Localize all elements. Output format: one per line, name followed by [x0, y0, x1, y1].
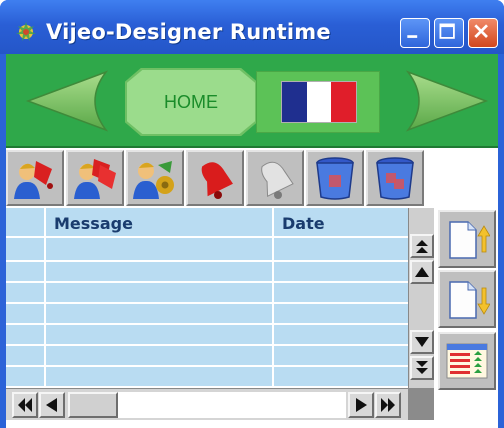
arrow-right-icon[interactable] [404, 68, 490, 134]
close-button[interactable] [468, 18, 498, 48]
scroll-up-icon [415, 267, 429, 277]
scroll-top-button[interactable] [410, 234, 434, 258]
alarm-settings-button[interactable] [126, 150, 184, 206]
red-bell-button[interactable] [186, 150, 244, 206]
client-area: HOME Message Date [6, 54, 498, 428]
scroll-left-button[interactable] [39, 392, 65, 418]
sort-ascending-button[interactable] [438, 210, 496, 268]
horizontal-scrollbar[interactable] [6, 388, 408, 420]
runtime-window: Vijeo-Designer Runtime HOME Message Date [0, 0, 504, 428]
sort-descending-page-icon [449, 281, 490, 319]
maximize-icon [439, 23, 455, 39]
trash-bin-all-icon [376, 157, 414, 200]
home-button[interactable]: HOME [127, 70, 255, 134]
scroll-first-button[interactable] [12, 392, 38, 418]
title-bar[interactable]: Vijeo-Designer Runtime [0, 0, 504, 54]
alarm-view-button[interactable] [438, 332, 496, 390]
acknowledge-alarm-button[interactable] [6, 150, 64, 206]
scrollbar-corner [408, 388, 434, 420]
column-header-message[interactable]: Message [54, 214, 133, 233]
maximize-button[interactable] [434, 18, 464, 48]
table-row [6, 302, 408, 304]
close-icon [474, 24, 488, 38]
acknowledge-all-button[interactable] [66, 150, 124, 206]
arrow-left-icon[interactable] [24, 68, 110, 134]
minimize-icon [407, 35, 418, 38]
window-bottom-edge [6, 420, 498, 428]
scroll-bottom-button[interactable] [410, 356, 434, 380]
scroll-right-icon [356, 398, 367, 412]
scroll-up-button[interactable] [410, 260, 434, 284]
alarm-toolbar [6, 148, 498, 208]
scroll-down-icon [415, 337, 429, 347]
table-row [6, 260, 408, 262]
acknowledge-all-alarms-user-icon [74, 159, 116, 199]
delete-alarm-button[interactable] [306, 150, 364, 206]
silver-bell-button[interactable] [246, 150, 304, 206]
navigation-bar: HOME [6, 54, 498, 148]
column-header-date[interactable]: Date [282, 214, 325, 233]
home-button-label: HOME [164, 91, 218, 112]
alarm-table-view-icon [446, 343, 488, 379]
scroll-down-button[interactable] [410, 330, 434, 354]
table-row [6, 344, 408, 346]
minimize-button[interactable] [400, 18, 430, 48]
alarm-table[interactable]: Message Date [6, 208, 408, 388]
vertical-scrollbar[interactable] [408, 208, 434, 388]
sort-descending-button[interactable] [438, 270, 496, 328]
table-row [6, 365, 408, 367]
language-button[interactable] [256, 71, 380, 133]
sort-ascending-page-icon [449, 221, 490, 259]
delete-all-button[interactable] [366, 150, 424, 206]
silver-bell-icon [261, 161, 294, 199]
red-bell-icon [201, 162, 233, 199]
scroll-last-button[interactable] [375, 392, 401, 418]
acknowledge-alarm-user-icon [14, 161, 53, 199]
scroll-top-icon [416, 240, 428, 253]
scroll-first-icon [18, 398, 32, 412]
scroll-last-icon [381, 398, 395, 412]
trash-bin-icon [316, 157, 354, 200]
scroll-right-button[interactable] [348, 392, 374, 418]
vijeo-app-icon [16, 22, 36, 41]
alarm-settings-user-icon [133, 161, 174, 199]
column-divider [272, 208, 274, 388]
column-divider [44, 208, 46, 388]
french-flag-icon [281, 81, 357, 123]
scroll-bottom-icon [416, 361, 428, 374]
horizontal-scroll-track[interactable] [118, 392, 346, 418]
window-title: Vijeo-Designer Runtime [46, 20, 331, 44]
table-row [6, 323, 408, 325]
scroll-left-icon [46, 398, 57, 412]
table-row [6, 281, 408, 283]
horizontal-scroll-thumb[interactable] [68, 392, 118, 418]
